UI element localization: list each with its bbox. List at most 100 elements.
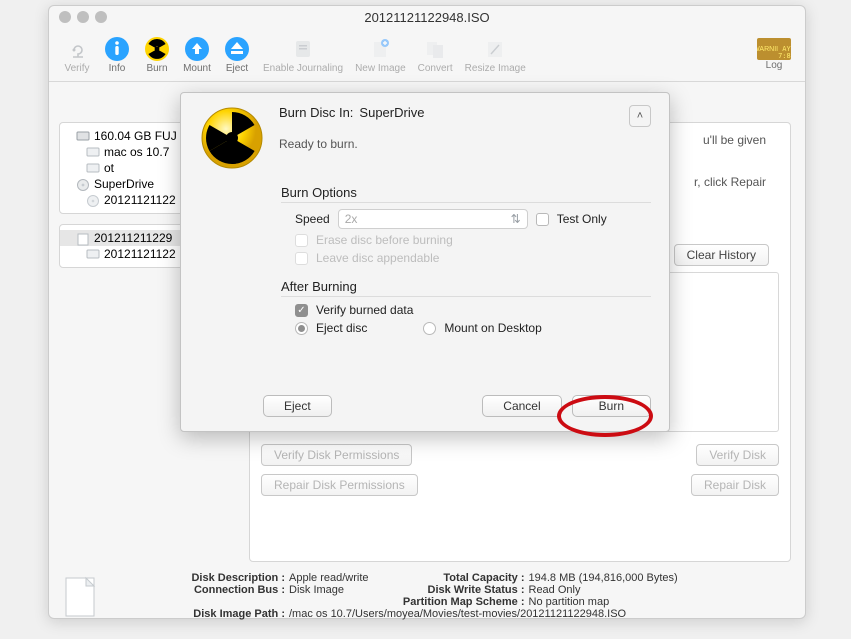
burn-button[interactable]: Burn — [572, 395, 651, 417]
label: Total Capacity : — [399, 572, 529, 584]
cancel-button[interactable]: Cancel — [482, 395, 561, 417]
toolbar-mount[interactable]: Mount — [183, 35, 211, 74]
after-burning-section: After Burning ✓ Verify burned data Eject… — [281, 279, 651, 335]
traffic-lights — [49, 11, 107, 23]
burn-status: Ready to burn. — [279, 137, 651, 151]
disclosure-toggle[interactable]: ˄ — [629, 105, 651, 127]
section-title: After Burning — [281, 279, 651, 294]
label: Disk Description : — [119, 572, 289, 584]
toolbar-log[interactable]: WARNIIAY 7:86 Log — [757, 38, 791, 71]
convert-icon — [421, 35, 449, 63]
toolbar-label: Eject — [226, 63, 248, 74]
speed-label: Speed — [295, 212, 330, 226]
toolbar-new-image[interactable]: New Image — [355, 35, 406, 74]
label: Disk Image Path : — [119, 608, 289, 620]
toolbar-label: Convert — [418, 63, 453, 74]
label: Connection Bus : — [119, 584, 289, 596]
test-only-label: Test Only — [557, 212, 607, 226]
toolbar-label: Burn — [146, 63, 167, 74]
toolbar-resize-image[interactable]: Resize Image — [465, 35, 526, 74]
appendable-checkbox — [295, 252, 308, 265]
info-icon — [103, 35, 131, 63]
value: Disk Image — [289, 584, 344, 596]
toolbar-label: Verify — [64, 63, 89, 74]
mount-desktop-radio[interactable] — [423, 322, 436, 335]
volume-icon — [86, 248, 100, 260]
radiation-icon — [199, 105, 265, 171]
clear-history-button[interactable]: Clear History — [674, 244, 769, 266]
disk-details: Disk Description :Apple read/write Conne… — [59, 572, 791, 622]
repair-disk-permissions-button[interactable]: Repair Disk Permissions — [261, 474, 418, 496]
chevron-updown-icon: ⇅ — [511, 212, 521, 226]
optical-icon — [86, 194, 100, 206]
disk-image-file-icon — [59, 572, 103, 622]
toolbar-info[interactable]: Info — [103, 35, 131, 74]
label: Disk Write Status : — [399, 584, 529, 596]
arrow-up-circle-icon — [183, 35, 211, 63]
verify-checkbox[interactable]: ✓ — [295, 304, 308, 317]
toolbar-convert[interactable]: Convert — [418, 35, 453, 74]
verify-label: Verify burned data — [316, 303, 413, 317]
sidebar-label: 20121121122 — [104, 193, 176, 207]
eject-icon — [223, 35, 251, 63]
sidebar-label: ot — [104, 161, 114, 175]
toolbar-verify[interactable]: Verify — [63, 35, 91, 74]
toolbar-label: Info — [109, 63, 126, 74]
zoom-icon[interactable] — [95, 11, 107, 23]
sidebar-label: SuperDrive — [94, 177, 154, 191]
window-title: 20121121122948.ISO — [49, 10, 805, 25]
value: Apple read/write — [289, 572, 369, 584]
optical-icon — [76, 178, 90, 190]
test-only-checkbox[interactable] — [536, 213, 549, 226]
disk-utility-window: 20121121122948.ISO Verify Info Burn Moun… — [48, 5, 806, 619]
repair-disk-button[interactable]: Repair Disk — [691, 474, 779, 496]
section-title: Burn Options — [281, 185, 651, 200]
minimize-icon[interactable] — [77, 11, 89, 23]
value: /mac os 10.7/Users/moyea/Movies/test-mov… — [289, 608, 626, 620]
chevron-up-icon: ˄ — [637, 110, 643, 122]
burn-title-value: SuperDrive — [359, 105, 424, 127]
warning-badge-icon: WARNIIAY 7:86 — [757, 38, 791, 60]
toolbar-label: Enable Journaling — [263, 63, 343, 74]
journal-icon — [289, 35, 317, 63]
eject-disc-radio[interactable] — [295, 322, 308, 335]
close-icon[interactable] — [59, 11, 71, 23]
value: 194.8 MB (194,816,000 Bytes) — [529, 572, 678, 584]
sidebar-label: 201211211229 — [94, 231, 172, 245]
speed-select[interactable]: 2x ⇅ — [338, 209, 528, 229]
volume-icon — [86, 162, 100, 174]
eject-disc-label: Eject disc — [316, 321, 367, 335]
toolbar-eject[interactable]: Eject — [223, 35, 251, 74]
burn-title-label: Burn Disc In: — [279, 105, 353, 127]
verify-disk-permissions-button[interactable]: Verify Disk Permissions — [261, 444, 412, 466]
burn-options-section: Burn Options Speed 2x ⇅ Test Only Erase … — [281, 185, 651, 265]
verify-disk-button[interactable]: Verify Disk — [696, 444, 779, 466]
toolbar-burn[interactable]: Burn — [143, 35, 171, 74]
resize-icon — [481, 35, 509, 63]
appendable-label: Leave disc appendable — [316, 251, 439, 265]
toolbar-label: New Image — [355, 63, 406, 74]
volume-icon — [86, 146, 100, 158]
new-file-icon — [366, 35, 394, 63]
toolbar: Verify Info Burn Mount Eject — [49, 28, 805, 82]
erase-checkbox — [295, 234, 308, 247]
radiation-icon — [143, 35, 171, 63]
toolbar-label: Log — [766, 60, 783, 71]
sidebar-label: 20121121122 — [104, 247, 176, 261]
eject-button[interactable]: Eject — [263, 395, 332, 417]
speed-value: 2x — [345, 212, 358, 226]
toolbar-label: Resize Image — [465, 63, 526, 74]
sidebar-label: 160.04 GB FUJ — [94, 129, 177, 143]
toolbar-label: Mount — [183, 63, 211, 74]
hdd-icon — [76, 130, 90, 142]
titlebar: 20121121122948.ISO — [49, 6, 805, 28]
burn-dialog: Burn Disc In: SuperDrive ˄ Ready to burn… — [180, 92, 670, 432]
microscope-icon — [63, 35, 91, 63]
toolbar-enable-journaling[interactable]: Enable Journaling — [263, 35, 343, 74]
sidebar-label: mac os 10.7 — [104, 145, 169, 159]
erase-label: Erase disc before burning — [316, 233, 453, 247]
disk-image-icon — [76, 232, 90, 244]
value: Read Only — [529, 584, 581, 596]
label: Partition Map Scheme : — [399, 596, 529, 608]
mount-desktop-label: Mount on Desktop — [444, 321, 541, 335]
